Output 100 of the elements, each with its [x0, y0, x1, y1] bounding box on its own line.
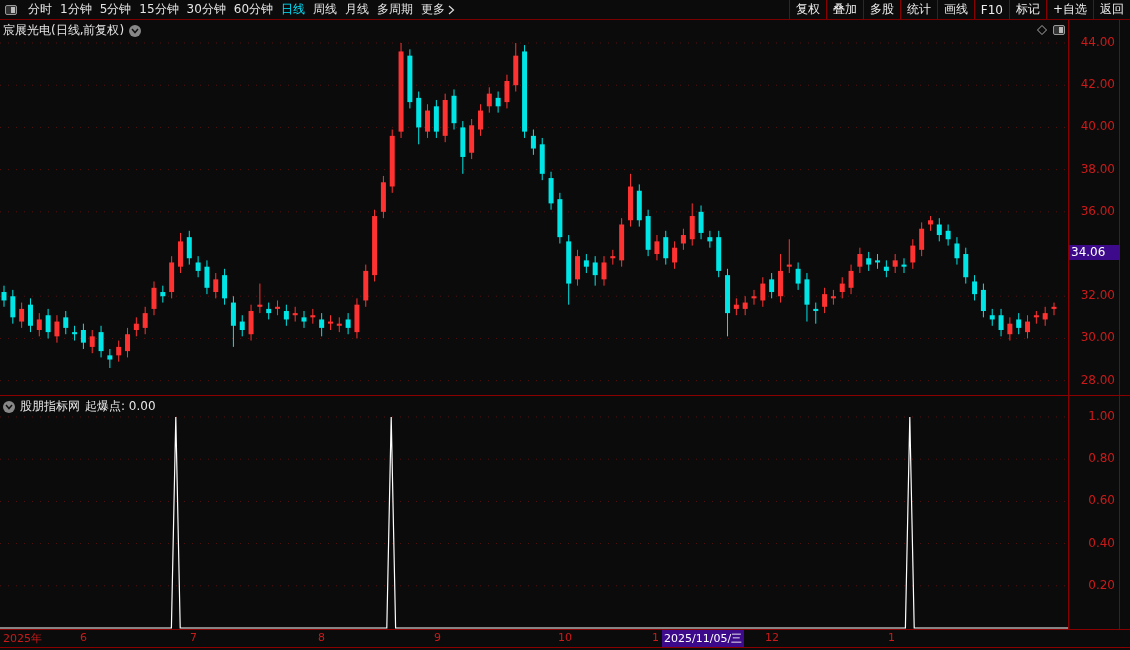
- candle: [310, 308, 316, 325]
- period-tab[interactable]: 更多: [421, 1, 446, 18]
- candle: [495, 91, 501, 114]
- axis-label: 32.00: [1080, 288, 1115, 303]
- axis-label: 1: [652, 631, 659, 644]
- axis-label: 2025年: [3, 631, 42, 646]
- candle: [733, 297, 739, 316]
- axis-label: 0.40: [1088, 535, 1115, 550]
- candle: [689, 202, 695, 247]
- axis-label: 36.00: [1080, 203, 1115, 218]
- candle: [822, 287, 828, 314]
- candle: [980, 283, 986, 318]
- candle: [901, 257, 907, 274]
- axis-label: 40.00: [1080, 119, 1115, 134]
- candle: [998, 308, 1004, 337]
- candle: [327, 314, 333, 331]
- candle: [186, 230, 192, 266]
- period-tab[interactable]: 30分钟: [186, 1, 226, 18]
- axis-label: 30.00: [1080, 330, 1115, 345]
- panel-toggle-icon[interactable]: [1053, 25, 1065, 35]
- candle: [742, 295, 748, 316]
- price-tag: 34.06: [1069, 244, 1119, 260]
- candle: [45, 308, 51, 339]
- candle: [566, 234, 572, 306]
- candle: [239, 314, 245, 337]
- candle: [363, 264, 369, 308]
- candle: [319, 312, 325, 337]
- axis-label: 1.00: [1088, 409, 1115, 423]
- period-tab[interactable]: 日线: [281, 1, 306, 18]
- candle: [213, 272, 219, 299]
- period-tab[interactable]: 15分钟: [139, 1, 179, 18]
- candle: [125, 327, 131, 358]
- candle: [1016, 312, 1022, 335]
- dropdown-icon[interactable]: [129, 24, 142, 37]
- candle: [477, 103, 483, 137]
- candle: [89, 329, 95, 354]
- candle: [292, 306, 298, 323]
- candle: [716, 230, 722, 278]
- candle: [230, 295, 236, 348]
- diamond-icon[interactable]: [1037, 25, 1047, 35]
- axis-label: 9: [434, 631, 441, 644]
- period-tab[interactable]: 5分钟: [99, 1, 132, 18]
- candle: [345, 312, 351, 335]
- candle: [380, 175, 386, 219]
- candle: [72, 325, 78, 342]
- axis-label: 1: [888, 631, 895, 644]
- period-tab[interactable]: 1分钟: [60, 1, 92, 18]
- candle: [142, 306, 148, 335]
- chevron-right-icon[interactable]: [448, 4, 456, 15]
- candle: [866, 251, 872, 272]
- candle: [839, 276, 845, 299]
- candle: [27, 297, 33, 333]
- candle: [592, 255, 598, 287]
- period-tab[interactable]: 周线: [313, 1, 338, 18]
- candle: [610, 249, 616, 266]
- candle: [1033, 310, 1039, 325]
- axis-label: 6: [80, 631, 87, 644]
- candle: [1051, 302, 1057, 316]
- candle: [407, 48, 413, 109]
- panel-toggle-icon[interactable]: [5, 4, 17, 15]
- indicator-reading: 起爆点: 0.00: [85, 398, 156, 415]
- candle: [160, 285, 166, 304]
- candle: [813, 302, 819, 325]
- candle: [707, 230, 713, 249]
- axis-label: 42.00: [1080, 77, 1115, 92]
- axis-label: 10: [558, 631, 572, 644]
- period-tab[interactable]: 多周期: [377, 1, 414, 18]
- candle: [354, 297, 360, 339]
- candle: [301, 310, 307, 329]
- axis-label: 0.60: [1088, 493, 1115, 508]
- candle: [513, 42, 519, 93]
- period-tab[interactable]: 分时: [28, 1, 52, 18]
- candle: [725, 268, 731, 337]
- candle: [945, 224, 951, 247]
- candle: [204, 259, 210, 295]
- candle: [910, 238, 916, 270]
- candle: [557, 192, 563, 244]
- candle: [680, 228, 686, 251]
- period-tab[interactable]: 月线: [345, 1, 370, 18]
- candle: [663, 230, 669, 266]
- candle: [504, 74, 510, 109]
- period-tab[interactable]: 60分钟: [233, 1, 274, 18]
- candle: [848, 264, 854, 295]
- axis-label: 38.00: [1080, 161, 1115, 176]
- candle: [425, 103, 431, 139]
- candle: [389, 129, 395, 194]
- dropdown-icon[interactable]: [3, 400, 15, 413]
- candle: [892, 253, 898, 274]
- candle: [19, 302, 25, 329]
- candle: [116, 340, 122, 363]
- axis-label: 0.80: [1088, 451, 1115, 466]
- candle: [830, 289, 836, 306]
- candle: [927, 215, 933, 232]
- candle: [786, 238, 792, 274]
- candle: [36, 312, 42, 337]
- date-tag: 2025/11/05/三: [662, 630, 745, 647]
- candle: [583, 253, 589, 274]
- candle: [627, 173, 633, 228]
- candle: [954, 236, 960, 266]
- candle: [530, 129, 536, 156]
